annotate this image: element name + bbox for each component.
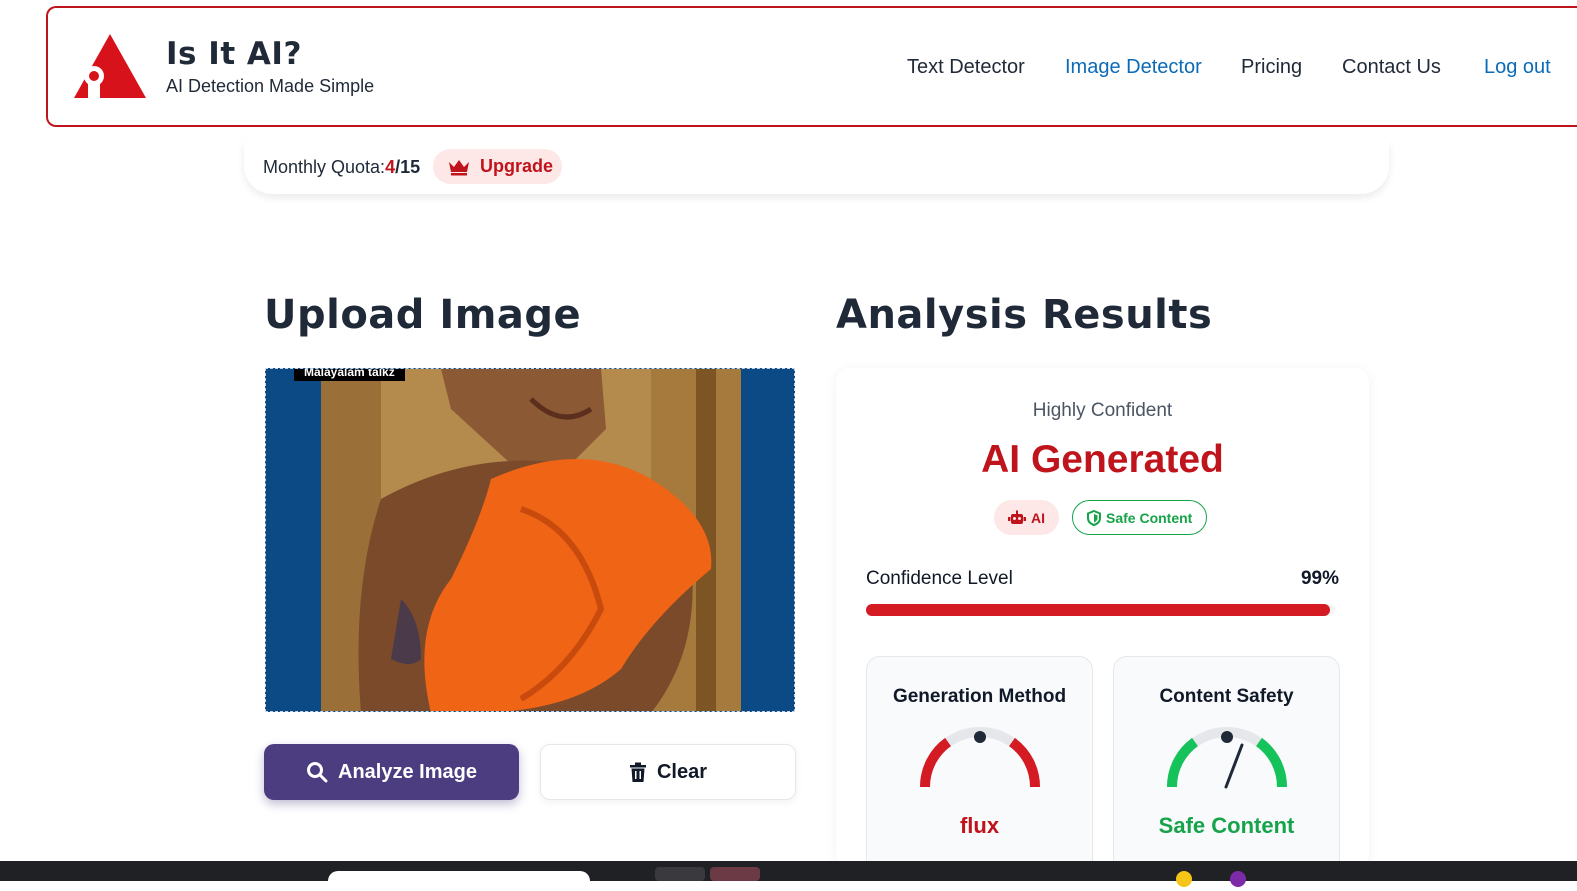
generation-method-title: Generation Method <box>892 686 1067 707</box>
uploaded-photo <box>321 369 741 711</box>
quota-label: Monthly Quota:4/15 <box>263 157 420 178</box>
quota-bar: Monthly Quota:4/15 Upgrade <box>244 140 1389 194</box>
generation-method-gauge <box>919 727 1041 788</box>
nav-text-detector[interactable]: Text Detector <box>907 56 1025 79</box>
ai-badge: AI <box>994 500 1059 535</box>
trash-icon <box>629 762 646 782</box>
content-safety-card: Content Safety Safe Content <box>1113 656 1340 876</box>
safe-content-badge-label: Safe Content <box>1106 509 1193 526</box>
confidence-progress-fill <box>866 604 1331 616</box>
nav-image-detector[interactable]: Image Detector <box>1065 56 1202 79</box>
confidence-level-value: 99% <box>1300 568 1339 589</box>
content-safety-gauge <box>1166 727 1288 789</box>
content-safety-title: Content Safety <box>1159 686 1294 707</box>
analyze-image-label: Analyze Image <box>338 760 477 783</box>
generation-method-card: Generation Method flux <box>866 656 1093 876</box>
nav-pricing[interactable]: Pricing <box>1241 56 1302 79</box>
crown-icon <box>449 159 469 175</box>
quota-label-text: Monthly Quota: <box>263 157 386 177</box>
taskbar-app-icon[interactable] <box>1176 871 1192 887</box>
logo-icon[interactable] <box>72 32 148 100</box>
upgrade-label: Upgrade <box>480 156 554 176</box>
generation-method-value: flux <box>959 813 1000 838</box>
ai-badge-label: AI <box>1031 509 1045 526</box>
os-taskbar <box>0 861 1577 891</box>
image-caption-tag: Malayalam talkz <box>294 369 405 381</box>
confidence-text: Highly Confident <box>1032 400 1173 421</box>
upgrade-button[interactable]: Upgrade <box>433 149 562 184</box>
taskbar-search-box[interactable] <box>328 871 590 891</box>
site-header: Is It AI? AI Detection Made Simple Text … <box>46 6 1577 127</box>
robot-icon <box>1008 510 1026 524</box>
search-icon <box>307 762 328 783</box>
clear-button[interactable]: Clear <box>540 744 796 800</box>
clear-label: Clear <box>656 760 708 783</box>
analyze-image-button[interactable]: Analyze Image <box>264 744 519 800</box>
taskbar-app-icon[interactable] <box>710 867 760 881</box>
confidence-progress-track <box>866 604 1335 616</box>
taskbar-app-icon[interactable] <box>655 867 705 881</box>
confidence-level-label: Confidence Level <box>866 568 1013 589</box>
nav-log-out[interactable]: Log out <box>1484 56 1551 79</box>
brand-subtitle: AI Detection Made Simple <box>166 76 375 96</box>
shield-icon <box>1087 509 1101 526</box>
results-heading: Analysis Results <box>836 292 1213 338</box>
content-safety-value: Safe Content <box>1158 813 1295 838</box>
analysis-results-card: Highly Confident AI Generated AI Safe Co… <box>836 368 1369 876</box>
nav-contact-us[interactable]: Contact Us <box>1342 56 1441 79</box>
upload-heading: Upload Image <box>264 292 582 338</box>
verdict-label: AI Generated <box>981 438 1224 481</box>
photo-illustration <box>321 369 741 711</box>
safe-content-badge: Safe Content <box>1072 500 1208 535</box>
brand-title: Is It AI? <box>166 36 302 72</box>
quota-total: 15 <box>400 157 421 177</box>
taskbar-app-icon[interactable] <box>1230 871 1246 887</box>
uploaded-image-preview[interactable]: Malayalam talkz <box>265 368 795 712</box>
quota-used: 4 <box>385 157 396 177</box>
